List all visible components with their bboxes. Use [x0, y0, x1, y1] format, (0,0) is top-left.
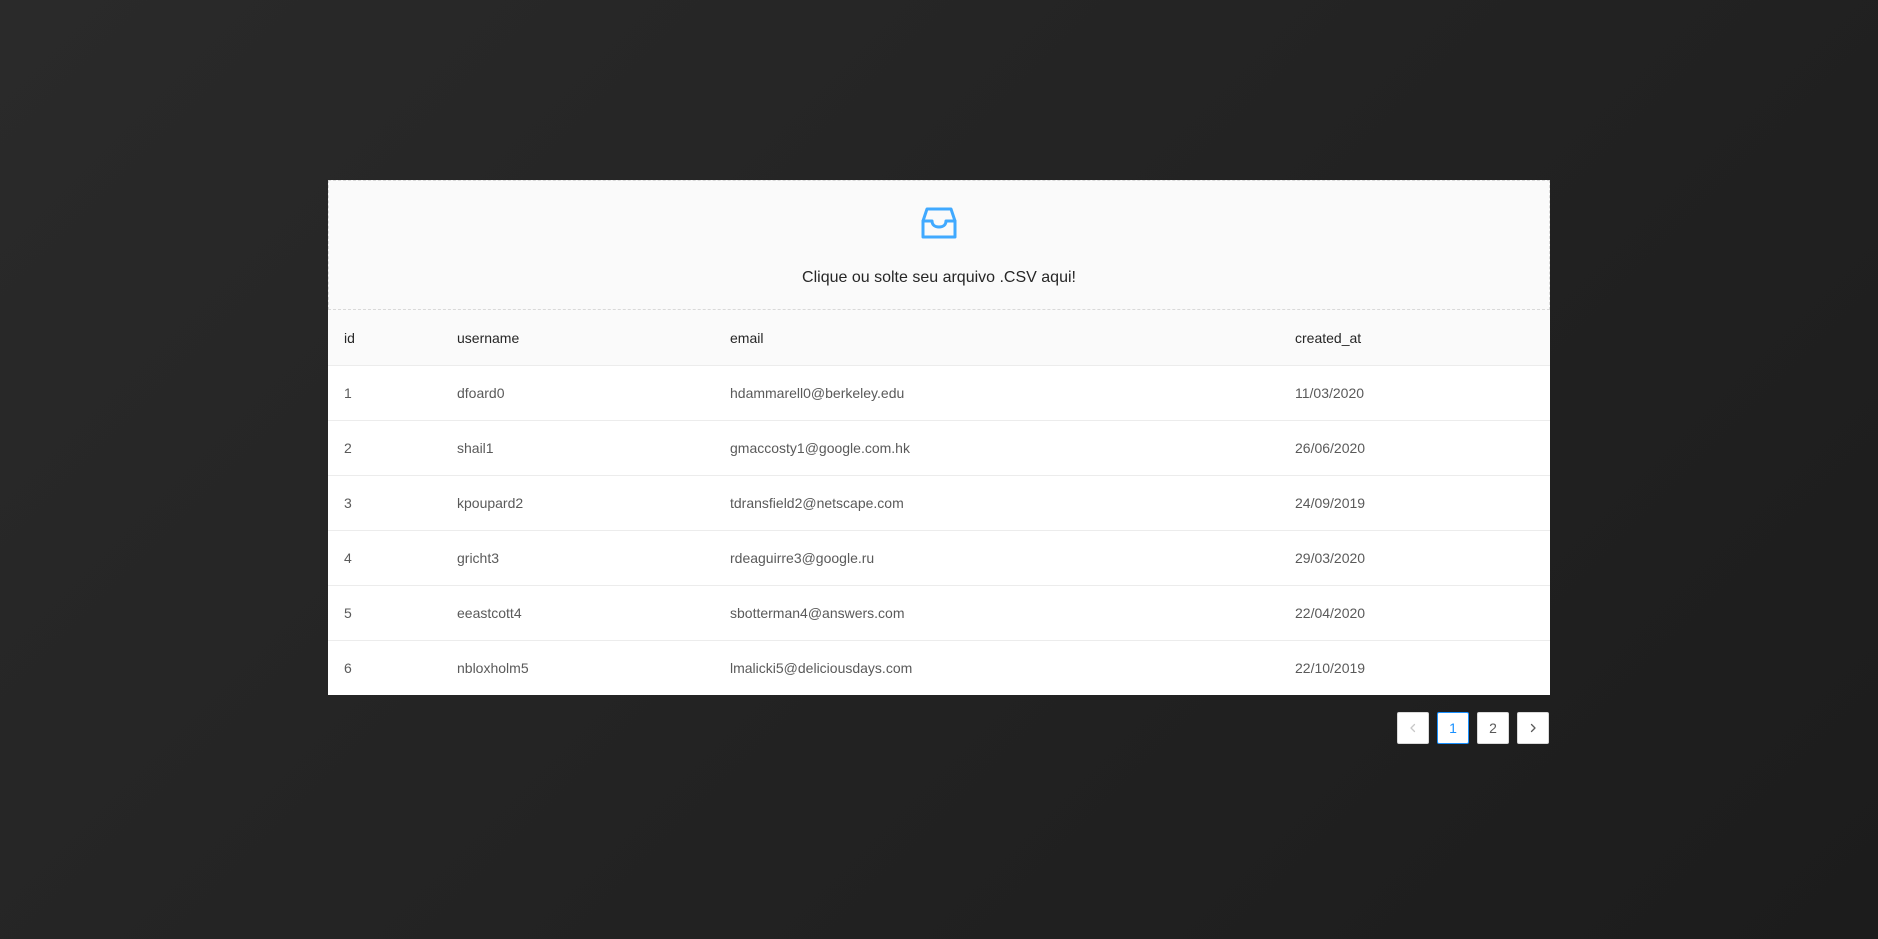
cell-created-at: 22/04/2020: [1279, 585, 1550, 641]
table-row: 6 nbloxholm5 lmalicki5@deliciousdays.com…: [328, 640, 1550, 695]
cell-id: 6: [328, 640, 441, 695]
table-row: 4 gricht3 rdeaguirre3@google.ru 29/03/20…: [328, 530, 1550, 586]
cell-created-at: 29/03/2020: [1279, 530, 1550, 586]
cell-username: kpoupard2: [441, 475, 714, 531]
column-header-created-at: created_at: [1279, 310, 1550, 366]
table-header-row: id username email created_at: [328, 310, 1550, 366]
cell-username: gricht3: [441, 530, 714, 586]
inbox-icon: [921, 207, 957, 239]
cell-email: lmalicki5@deliciousdays.com: [714, 640, 1279, 695]
cell-username: eeastcott4: [441, 585, 714, 641]
cell-email: tdransfield2@netscape.com: [714, 475, 1279, 531]
cell-id: 5: [328, 585, 441, 641]
cell-username: dfoard0: [441, 365, 714, 421]
cell-username: shail1: [441, 420, 714, 476]
dropzone-text: Clique ou solte seu arquivo .CSV aqui!: [802, 269, 1076, 286]
page-1-button[interactable]: 1: [1437, 712, 1469, 744]
cell-created-at: 22/10/2019: [1279, 640, 1550, 695]
cell-email: rdeaguirre3@google.ru: [714, 530, 1279, 586]
csv-dropzone[interactable]: Clique ou solte seu arquivo .CSV aqui!: [328, 180, 1550, 310]
table-row: 1 dfoard0 hdammarell0@berkeley.edu 11/03…: [328, 365, 1550, 421]
page-2-button[interactable]: 2: [1477, 712, 1509, 744]
cell-email: sbotterman4@answers.com: [714, 585, 1279, 641]
column-header-username: username: [441, 310, 714, 366]
cell-created-at: 24/09/2019: [1279, 475, 1550, 531]
prev-page-button[interactable]: [1397, 712, 1429, 744]
chevron-left-icon: [1410, 723, 1416, 733]
cell-id: 3: [328, 475, 441, 531]
csv-upload-card: Clique ou solte seu arquivo .CSV aqui! i…: [328, 180, 1550, 695]
cell-email: hdammarell0@berkeley.edu: [714, 365, 1279, 421]
users-table: id username email created_at 1 dfoard0 h…: [328, 310, 1550, 695]
next-page-button[interactable]: [1517, 712, 1549, 744]
table-row: 2 shail1 gmaccosty1@google.com.hk 26/06/…: [328, 420, 1550, 476]
cell-created-at: 26/06/2020: [1279, 420, 1550, 476]
table-row: 5 eeastcott4 sbotterman4@answers.com 22/…: [328, 585, 1550, 641]
chevron-right-icon: [1530, 723, 1536, 733]
column-header-email: email: [714, 310, 1279, 366]
cell-created-at: 11/03/2020: [1279, 365, 1550, 421]
cell-id: 2: [328, 420, 441, 476]
cell-id: 4: [328, 530, 441, 586]
cell-email: gmaccosty1@google.com.hk: [714, 420, 1279, 476]
column-header-id: id: [328, 310, 441, 366]
pagination: 1 2: [1397, 712, 1549, 744]
cell-username: nbloxholm5: [441, 640, 714, 695]
cell-id: 1: [328, 365, 441, 421]
table-row: 3 kpoupard2 tdransfield2@netscape.com 24…: [328, 475, 1550, 531]
